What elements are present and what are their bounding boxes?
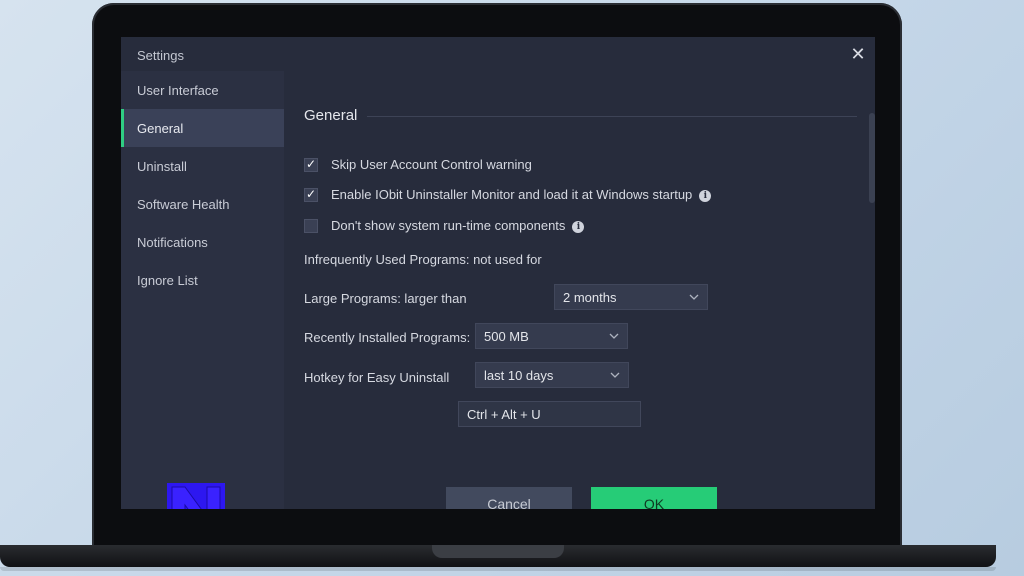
close-icon[interactable]: ✕ xyxy=(847,43,869,65)
info-icon[interactable]: i xyxy=(572,221,585,233)
sidebar-item-software-health[interactable]: Software Health xyxy=(121,185,284,223)
sidebar-item-uninstall[interactable]: Uninstall xyxy=(121,147,284,185)
logo-letter-n-icon xyxy=(167,483,225,509)
enable-monitor-checkbox[interactable] xyxy=(304,187,318,202)
hotkey-input[interactable]: Ctrl + Alt + U xyxy=(458,401,641,427)
sidebar-item-general[interactable]: General xyxy=(121,109,284,147)
skip-uac-checkbox[interactable] xyxy=(304,157,318,172)
laptop-hinge-notch xyxy=(432,545,564,558)
select-value: 2 months xyxy=(563,290,617,305)
sidebar-item-label: User Interface xyxy=(137,83,219,98)
chevron-down-icon xyxy=(609,333,619,339)
sidebar-item-label: General xyxy=(137,121,184,136)
sidebar-item-notifications[interactable]: Notifications xyxy=(121,223,284,261)
chevron-down-icon xyxy=(689,294,699,300)
watermark-logo xyxy=(167,483,225,509)
select-value: 500 MB xyxy=(484,329,529,344)
recent-programs-label: Recently Installed Programs: xyxy=(304,330,471,345)
settings-window: Settings ✕ User Interface General Uninst… xyxy=(121,37,875,509)
option-label: Skip User Account Control warning xyxy=(331,157,532,172)
general-settings-panel: General Skip User Account Control warnin… xyxy=(284,71,875,509)
hotkey-value: Ctrl + Alt + U xyxy=(467,407,541,422)
window-title: Settings xyxy=(137,48,184,63)
option-label: Enable IObit Uninstaller Monitor and loa… xyxy=(331,187,693,202)
hotkey-label: Hotkey for Easy Uninstall xyxy=(304,370,450,385)
ok-button[interactable]: OK xyxy=(591,487,717,509)
cancel-button[interactable]: Cancel xyxy=(446,487,572,509)
section-divider xyxy=(367,116,857,117)
infrequent-programs-select[interactable]: 2 months xyxy=(554,284,708,310)
sidebar-item-label: Uninstall xyxy=(137,159,187,174)
sidebar-item-label: Software Health xyxy=(137,197,230,212)
scrollbar[interactable] xyxy=(869,113,875,203)
large-programs-label: Large Programs: larger than xyxy=(304,291,467,306)
sidebar: User Interface General Uninstall Softwar… xyxy=(121,71,284,509)
sidebar-item-label: Notifications xyxy=(137,235,208,250)
option-label: Don't show system run-time components xyxy=(331,218,566,233)
info-icon[interactable]: i xyxy=(699,190,712,202)
sidebar-item-ignore-list[interactable]: Ignore List xyxy=(121,261,284,299)
option-label-wrap: Enable IObit Uninstaller Monitor and loa… xyxy=(331,187,712,202)
large-programs-select[interactable]: 500 MB xyxy=(475,323,628,349)
option-label-wrap: Don't show system run-time components i xyxy=(331,218,585,233)
sidebar-item-label: Ignore List xyxy=(137,273,198,288)
chevron-down-icon xyxy=(610,372,620,378)
title-bar: Settings ✕ xyxy=(121,37,875,71)
select-value: last 10 days xyxy=(484,368,554,383)
recent-programs-select[interactable]: last 10 days xyxy=(475,362,629,388)
section-title: General xyxy=(304,107,358,124)
sidebar-item-user-interface[interactable]: User Interface xyxy=(121,71,284,109)
infrequent-programs-label: Infrequently Used Programs: not used for xyxy=(304,252,542,267)
hide-runtime-checkbox[interactable] xyxy=(304,219,318,233)
